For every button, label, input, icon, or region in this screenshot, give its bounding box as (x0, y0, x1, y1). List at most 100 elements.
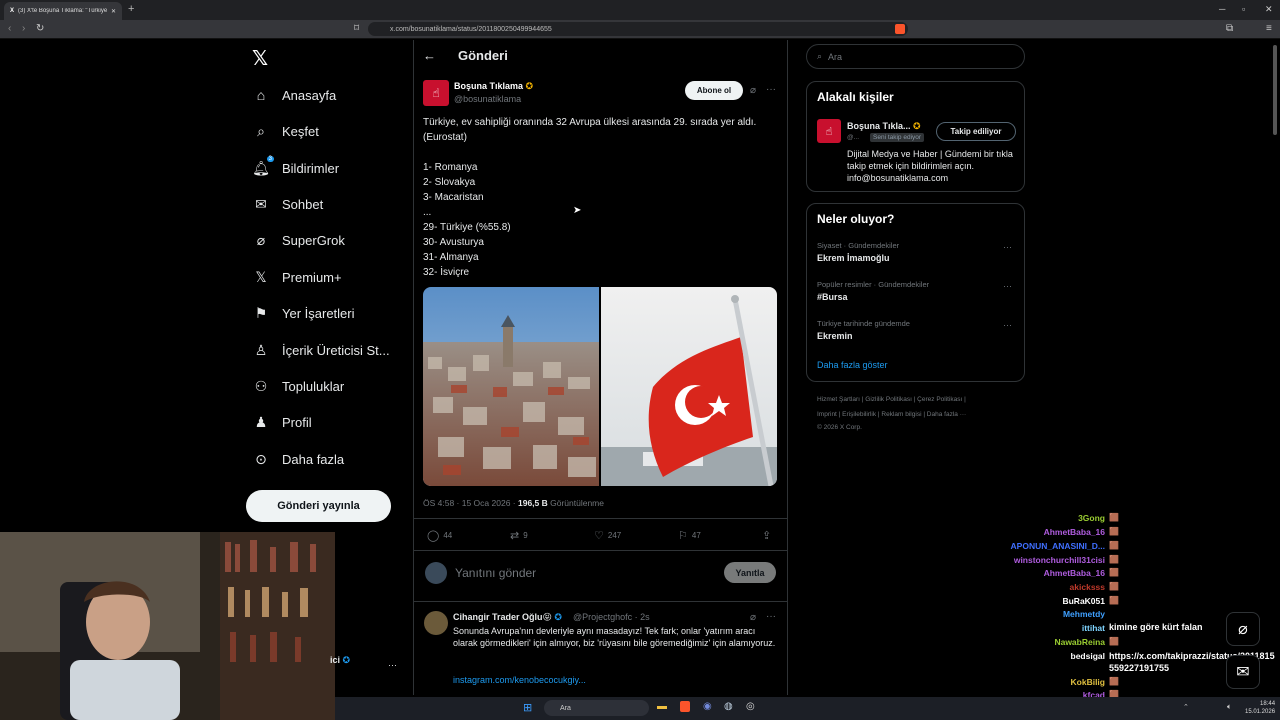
taskbar-search[interactable]: Ara (544, 700, 649, 716)
grok-button-icon[interactable]: ⌀ (1226, 612, 1260, 646)
url-input[interactable]: x.com/bosunatiklama/status/2011800250499… (368, 22, 908, 36)
post-button[interactable]: Gönderi yayınla (246, 490, 391, 522)
steam-icon[interactable]: ◍ (724, 701, 733, 712)
clock[interactable]: 18:44 15.01.2026 (1245, 700, 1275, 716)
new-tab-icon[interactable]: + (128, 3, 134, 15)
reply-author-avatar[interactable] (424, 611, 448, 635)
post-text: Türkiye, ev sahipliği oranında 32 Avrupa… (423, 117, 757, 278)
post-time: ÖS 4:58 · 15 Oca 2026 · (423, 498, 518, 508)
nav-item-notifications[interactable]: 🔔︎ 3 Bildirimler (252, 154, 339, 182)
divider (414, 550, 787, 551)
minimize-icon[interactable]: ─ (1219, 4, 1225, 14)
subscribe-button[interactable]: Abone ol (685, 81, 743, 100)
nav-item-bookmarks[interactable]: ⚑ Yer İşaretleri (252, 299, 355, 327)
trend-more-icon[interactable]: ··· (1003, 281, 1012, 291)
like-action[interactable]: ♡ 247 (594, 529, 621, 542)
footer-links[interactable]: Imprint | Erişilebilirlik | Reklam bilgi… (817, 411, 966, 418)
menu-icon[interactable]: ≡ (1266, 23, 1272, 34)
reply-button[interactable]: Yanıtla (724, 562, 776, 583)
nav-item-creator-studio[interactable]: ♙ İçerik Üreticisi St... (252, 336, 390, 364)
footer-links[interactable]: Hizmet Şartları | Gizlilik Politikası | … (817, 396, 966, 403)
taskbar (335, 697, 1280, 720)
volume-icon[interactable]: 🔈︎ (1227, 702, 1232, 712)
maximize-icon[interactable]: ▫ (1242, 4, 1245, 14)
post-image[interactable] (423, 287, 777, 486)
reply-author-handle[interactable]: @Projectghofc · 2s (573, 612, 650, 622)
author-avatar[interactable]: ☝ (423, 80, 449, 106)
extensions-icon[interactable]: ⧉ (1226, 23, 1233, 34)
bookmark-page-icon[interactable]: ⌑ (354, 23, 359, 34)
windows-start-icon[interactable]: ⊞ (523, 701, 532, 714)
repost-action[interactable]: ⇄ 9 (510, 529, 528, 542)
nav-label: Daha fazla (282, 451, 345, 467)
nav-item-profile[interactable]: ♟ Profil (252, 408, 312, 436)
heart-icon: ♡ (594, 530, 604, 542)
show-more-link[interactable]: Daha fazla göster (817, 360, 888, 370)
nav-label: Bildirimler (282, 160, 340, 176)
like-count: 247 (607, 531, 622, 540)
tray-expand-icon[interactable]: ⌃ (1183, 703, 1189, 711)
nav-item-communities[interactable]: ⚇ Topluluklar (252, 372, 344, 400)
bookmark-action[interactable]: ⚐ 47 (678, 529, 701, 542)
chat-emote-icon: 🟫 (1109, 555, 1119, 564)
nav-item-premium[interactable]: 𝕏 Premium+ (252, 263, 341, 291)
trend-more-icon[interactable]: ··· (1003, 242, 1012, 252)
follows-you-badge: Seni takip ediyor (870, 133, 925, 142)
nav-item-chat[interactable]: ✉ Sohbet (252, 190, 323, 218)
account-name-partial[interactable]: ici ✪ (330, 655, 350, 666)
author-name[interactable]: Boşuna Tıklama ✪ (454, 81, 533, 92)
mouse-cursor-icon: ➤ (573, 205, 582, 216)
back-icon[interactable]: ‹ (8, 23, 11, 34)
grok-icon[interactable]: ⌀ (750, 85, 756, 96)
chat-emote-icon: 🟫 (1109, 527, 1119, 536)
trend-more-icon[interactable]: ··· (1003, 320, 1012, 330)
reload-icon[interactable]: ↻ (36, 23, 44, 34)
repost-icon: ⇄ (510, 530, 520, 542)
post-meta: ÖS 4:58 · 15 Oca 2026 · 196,5 B Görüntül… (423, 498, 604, 508)
x-logo-icon[interactable]: 𝕏 (252, 46, 268, 71)
copyright: © 2026 X Corp. (817, 424, 862, 431)
webcam-feed (0, 532, 335, 720)
scrollbar[interactable] (1273, 45, 1277, 135)
close-window-icon[interactable]: ✕ (1265, 4, 1273, 15)
messages-button-icon[interactable]: ✉ (1226, 655, 1260, 689)
more-options-icon[interactable]: ··· (766, 84, 776, 95)
nav-item-home[interactable]: ⌂ Anasayfa (252, 81, 336, 109)
nav-item-supergrok[interactable]: ⌀ SuperGrok (252, 226, 345, 254)
author-handle[interactable]: @bosunatiklama (454, 94, 521, 104)
following-button[interactable]: Takip ediliyor (936, 122, 1016, 141)
share-icon: ⇪ (762, 530, 772, 542)
share-action[interactable]: ⇪ (762, 529, 771, 542)
trend-item[interactable]: Ekrem İmamoğlu (817, 253, 890, 263)
reply-link[interactable]: instagram.com/kenobecocukgiy... (453, 675, 586, 685)
forward-icon[interactable]: › (22, 23, 25, 34)
browser-tab[interactable]: X (3) X'te Boşuna Tıklama: "Türkiye... ✕ (4, 2, 122, 20)
related-name[interactable]: Boşuna Tıkla... ✪ (847, 121, 921, 132)
x-icon: 𝕏 (255, 268, 267, 285)
trend-item[interactable]: Ekremin (817, 331, 853, 341)
close-tab-icon[interactable]: ✕ (111, 8, 116, 15)
back-arrow-icon[interactable]: ← (423, 48, 436, 63)
bookmark-icon: ⚐ (678, 530, 688, 542)
brave-shield-icon[interactable] (895, 24, 905, 34)
reply-author-name[interactable]: Cihangir Trader Oğlu😝 ✪ (453, 612, 562, 623)
grok-icon[interactable]: ⌀ (750, 612, 756, 623)
account-more-icon[interactable]: ··· (388, 660, 397, 670)
discord-icon[interactable]: ◉ (703, 701, 712, 712)
page-title: Gönderi (458, 48, 508, 63)
file-explorer-icon[interactable]: ▬ (657, 701, 667, 712)
reply-action[interactable]: ◯ 44 (427, 529, 452, 542)
chat-emote-icon: 🟫 (1109, 582, 1119, 591)
trend-item[interactable]: #Bursa (817, 292, 848, 302)
more-options-icon[interactable]: ··· (766, 611, 776, 622)
chat-username: bedsigal (1070, 651, 1105, 661)
nav-item-explore[interactable]: ⌕ Keşfet (252, 117, 319, 145)
reply-input[interactable]: Yanıtını gönder (455, 566, 536, 580)
studio-icon: ♙ (254, 341, 268, 358)
related-title: Alakalı kişiler (817, 90, 894, 104)
related-avatar[interactable]: ☝ (817, 119, 841, 143)
obs-icon[interactable]: ◎ (746, 701, 755, 712)
nav-item-more[interactable]: ⊙ Daha fazla (252, 445, 344, 473)
search-input[interactable]: ⌕ Ara (806, 44, 1025, 69)
brave-browser-icon[interactable] (680, 701, 690, 712)
